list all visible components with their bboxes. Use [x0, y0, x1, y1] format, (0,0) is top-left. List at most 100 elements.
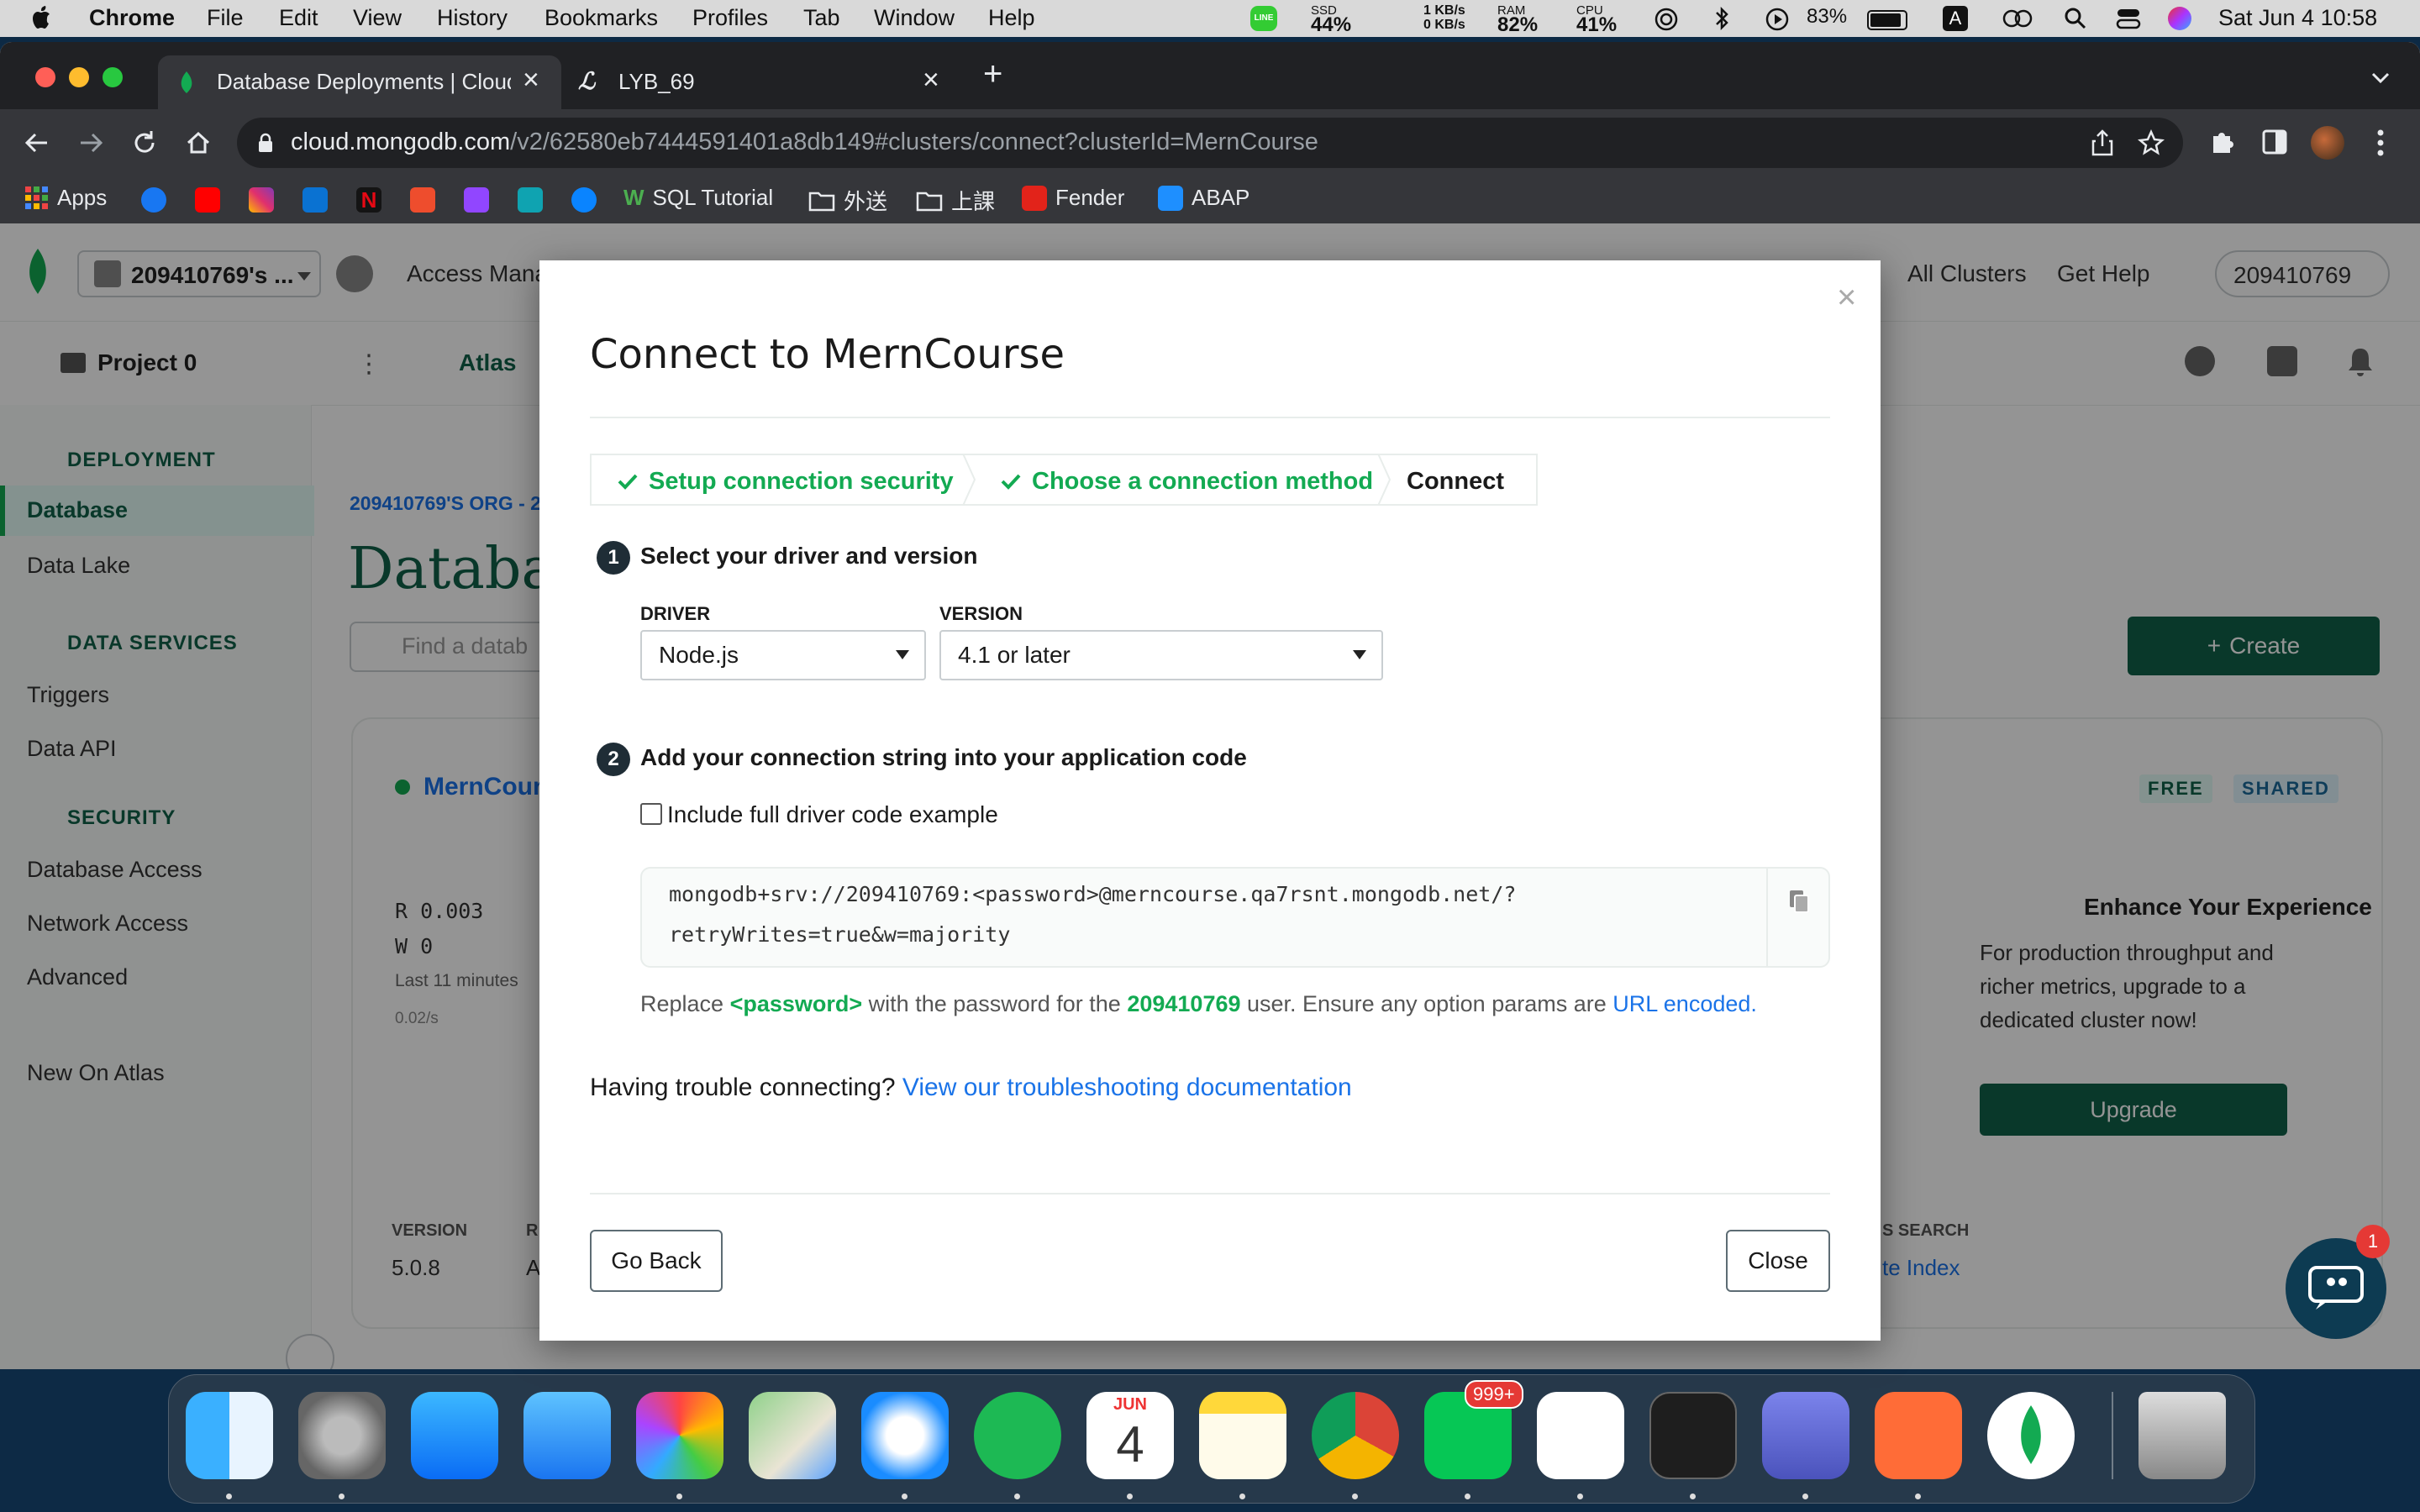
finder-icon[interactable] — [186, 1392, 273, 1479]
support-chat-button[interactable]: 1 — [2286, 1225, 2390, 1339]
forward-icon[interactable] — [77, 129, 104, 156]
tab-close-icon[interactable]: × — [523, 64, 539, 97]
step-choose-method[interactable]: Choose a connection method — [1000, 455, 1373, 507]
bookmark-apps[interactable]: Apps — [25, 185, 107, 211]
menu-help[interactable]: Help — [988, 5, 1035, 31]
bookmark-star-icon[interactable] — [2138, 129, 2165, 156]
connect-modal: × Connect to MernCourse Setup connection… — [539, 260, 1881, 1341]
airdrop-icon[interactable] — [1654, 7, 1679, 32]
vscode-icon[interactable] — [1537, 1392, 1624, 1479]
driver-select[interactable]: Node.js — [640, 630, 926, 680]
instagram-icon[interactable] — [249, 187, 274, 213]
mail-icon[interactable] — [523, 1392, 611, 1479]
step-setup-security[interactable]: Setup connection security — [617, 455, 954, 507]
bookmark-fender[interactable]: Fender — [1022, 185, 1124, 211]
window-zoom-button[interactable] — [103, 67, 123, 87]
screen-mirroring-icon[interactable] — [2002, 7, 2033, 30]
notes-icon[interactable] — [1199, 1392, 1286, 1479]
step-connect[interactable]: Connect — [1407, 455, 1504, 507]
back-icon[interactable] — [24, 129, 50, 156]
maps-icon[interactable] — [749, 1392, 836, 1479]
control-center-icon[interactable] — [2116, 7, 2141, 30]
tab-search-chevron-icon[interactable] — [2371, 72, 2390, 84]
youtube-icon[interactable] — [195, 187, 220, 213]
go-back-button[interactable]: Go Back — [590, 1230, 723, 1292]
input-method-icon[interactable]: A — [1943, 6, 1968, 31]
system-preferences-icon[interactable] — [298, 1392, 386, 1479]
photos-icon[interactable] — [636, 1392, 723, 1479]
battery-icon[interactable] — [1867, 10, 1907, 30]
line-app-icon[interactable]: 999+ — [1424, 1380, 1523, 1479]
bookmark-b-icon[interactable] — [302, 187, 328, 213]
bookmark-folder-class[interactable]: 上課 — [916, 185, 995, 216]
lock-icon[interactable] — [257, 133, 274, 153]
mongodb-compass-icon[interactable] — [1987, 1392, 2075, 1479]
menu-bookmarks[interactable]: Bookmarks — [544, 5, 658, 31]
chrome-menu-kebab-icon[interactable] — [2376, 128, 2385, 158]
checkbox-label[interactable]: Include full driver code example — [667, 801, 998, 828]
menu-profiles[interactable]: Profiles — [692, 5, 768, 31]
chat-icon — [2308, 1266, 2364, 1310]
bookmark-sql-tutorial[interactable]: W SQL Tutorial — [623, 185, 773, 211]
apple-icon[interactable] — [30, 4, 54, 31]
facebook-icon[interactable] — [141, 187, 166, 213]
trash-icon[interactable] — [2139, 1392, 2226, 1479]
bookmark-teal-icon[interactable] — [518, 187, 543, 213]
menu-history[interactable]: History — [437, 5, 508, 31]
tab-inactive[interactable]: ℒ LYB_69 × — [571, 55, 958, 109]
now-playing-icon[interactable] — [1765, 7, 1790, 32]
netflix-icon[interactable]: N — [356, 187, 381, 213]
app-store-icon[interactable] — [411, 1392, 498, 1479]
new-tab-icon[interactable]: + — [983, 55, 1002, 93]
datetime[interactable]: Sat Jun 4 10:58 — [2218, 5, 2377, 31]
copy-icon[interactable] — [1786, 889, 1812, 914]
chrome-icon[interactable] — [1312, 1392, 1399, 1479]
menu-app-name[interactable]: Chrome — [89, 5, 175, 31]
spotlight-search-icon[interactable] — [2064, 7, 2087, 30]
home-icon[interactable] — [185, 129, 212, 156]
edge-icon[interactable] — [571, 187, 597, 213]
line-status-icon[interactable]: LINE — [1250, 6, 1277, 31]
calendar-icon[interactable]: JUN 4 — [1086, 1392, 1174, 1479]
modal-title-divider — [590, 417, 1830, 418]
full-driver-code-checkbox[interactable] — [640, 803, 662, 825]
url-encoded-link[interactable]: URL encoded. — [1612, 991, 1757, 1016]
siri-icon[interactable] — [2168, 7, 2191, 30]
menu-view[interactable]: View — [353, 5, 402, 31]
menu-tab[interactable]: Tab — [803, 5, 840, 31]
version-select[interactable]: 4.1 or later — [939, 630, 1383, 680]
bluetooth-icon[interactable] — [1714, 6, 1731, 31]
bookmark-folder-delivery[interactable]: 外送 — [808, 185, 887, 216]
postman-icon[interactable] — [1875, 1392, 1962, 1479]
address-bar[interactable]: cloud.mongodb.com/v2/62580eb7444591401a8… — [237, 118, 2183, 168]
menu-window[interactable]: Window — [874, 5, 955, 31]
shopee-icon[interactable] — [410, 187, 435, 213]
twitch-icon[interactable] — [464, 187, 489, 213]
connection-string-line1[interactable]: mongodb+srv://209410769:<password>@mernc… — [669, 882, 1516, 906]
close-button[interactable]: Close — [1726, 1230, 1830, 1292]
tab-close-icon[interactable]: × — [923, 64, 939, 97]
window-close-button[interactable] — [35, 67, 55, 87]
bookmark-abap[interactable]: ABAP — [1158, 185, 1249, 211]
apps-grid-icon — [25, 186, 48, 209]
side-panel-icon[interactable] — [2262, 129, 2287, 155]
troubleshooting-link[interactable]: View our troubleshooting documentation — [902, 1074, 1352, 1101]
window-minimize-button[interactable] — [69, 67, 89, 87]
reload-icon[interactable] — [131, 129, 158, 156]
safari-icon[interactable] — [861, 1392, 949, 1479]
spotify-icon[interactable] — [974, 1392, 1061, 1479]
terminal-icon[interactable] — [1649, 1392, 1737, 1479]
tab-active[interactable]: Database Deployments | Cloud × — [158, 55, 561, 109]
url-text[interactable]: cloud.mongodb.com/v2/62580eb7444591401a8… — [291, 129, 1318, 156]
username-text: 209410769 — [1127, 991, 1241, 1016]
menu-file[interactable]: File — [207, 5, 244, 31]
teams-icon[interactable] — [1762, 1392, 1849, 1479]
modal-close-x-icon[interactable]: × — [1837, 279, 1856, 317]
profile-avatar[interactable] — [2311, 126, 2344, 160]
extensions-puzzle-icon[interactable] — [2208, 128, 2237, 156]
menu-edit[interactable]: Edit — [279, 5, 318, 31]
running-dot — [902, 1494, 908, 1499]
connection-string-box[interactable]: mongodb+srv://209410769:<password>@mernc… — [640, 867, 1830, 968]
share-icon[interactable] — [2091, 129, 2114, 156]
connection-string-line2[interactable]: retryWrites=true&w=majority — [669, 922, 1010, 947]
